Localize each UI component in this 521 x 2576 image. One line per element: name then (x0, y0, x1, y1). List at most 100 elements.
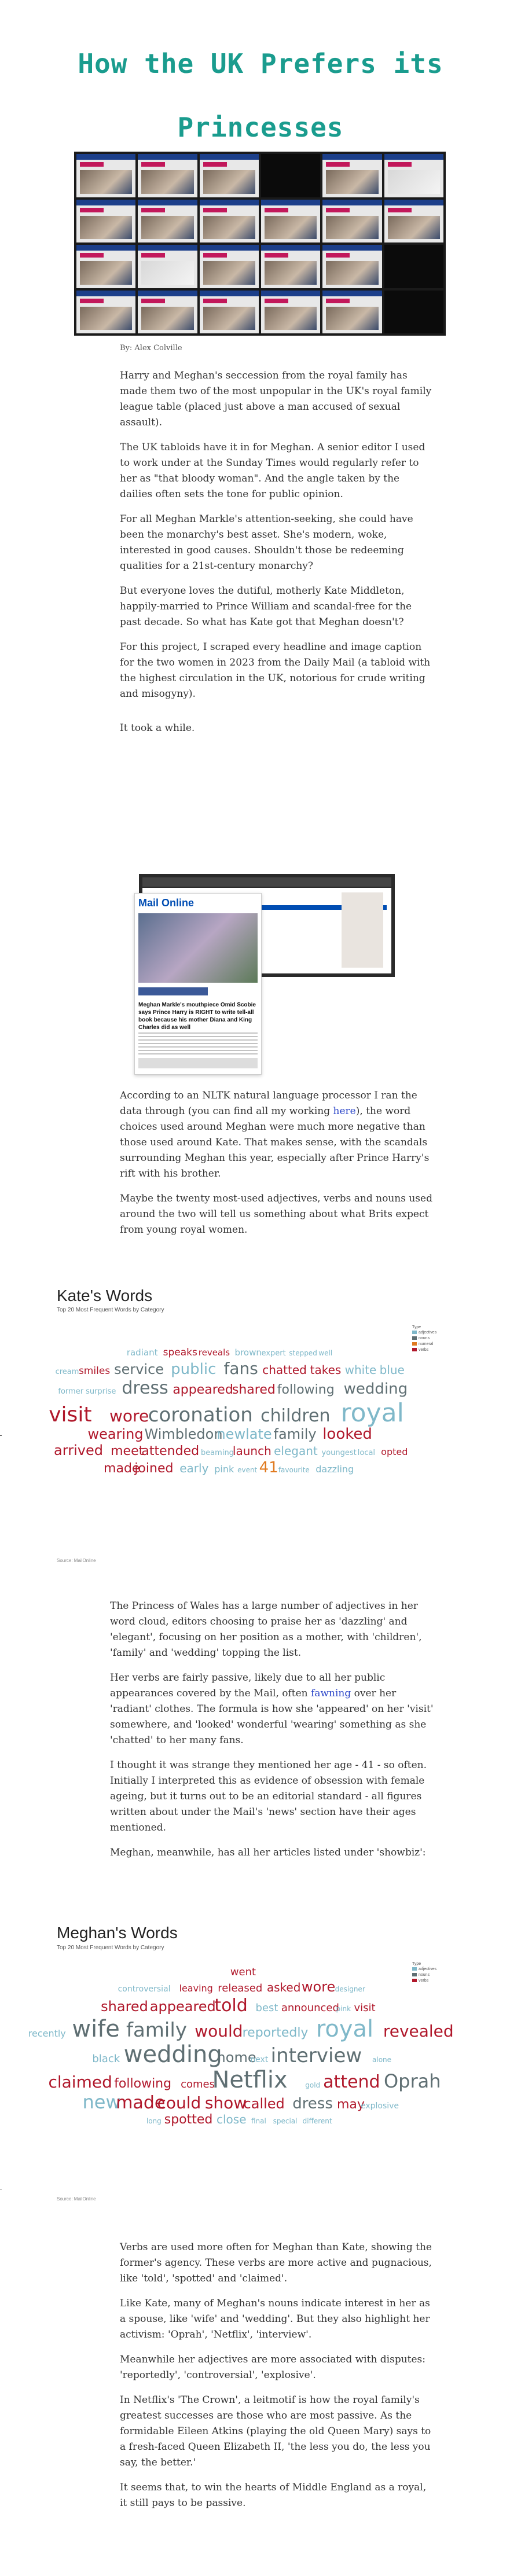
cloud-word: next (250, 2055, 269, 2064)
legend-label: adjectives (419, 1330, 437, 1335)
collage-tile (384, 290, 443, 333)
cloud-word: recently (28, 2028, 66, 2039)
cloud-word: visit (49, 1403, 91, 1427)
cloud-word: blue (380, 1363, 405, 1377)
cloud-word: white (345, 1363, 377, 1377)
cloud-word: designer (335, 1985, 365, 1993)
collage-tile (322, 154, 382, 197)
cloud-word: spotted (164, 2112, 213, 2127)
cloud-word: former (58, 1387, 83, 1396)
cloud-word: attend (323, 2072, 380, 2092)
cloud-word: best (256, 2002, 278, 2014)
cloud-word: following (277, 1383, 335, 1397)
facebook-bar (138, 987, 208, 995)
cloud-word: surprise (86, 1387, 116, 1396)
fawning-link[interactable]: fawning (311, 1688, 351, 1699)
article-photo (138, 913, 258, 983)
working-link[interactable]: here (333, 1105, 356, 1117)
cloud-word: appeared (150, 1998, 216, 2015)
cloud-word: reportedly (243, 2026, 309, 2040)
cloud-word: elegant (274, 1444, 318, 1458)
cloud-word: could (157, 2093, 201, 2112)
cloud-word: brown (235, 1347, 262, 1358)
cloud-word: attended (141, 1444, 199, 1458)
legend-item: nouns (412, 1972, 436, 1978)
cloud-word: local (358, 1449, 375, 1457)
kate-word-cloud-svg: radiant speaks reveals brown expert stepped we… (49, 1347, 408, 1476)
meghan-paragraph-1: Verbs are used more often for Meghan tha… (120, 2241, 432, 2284)
cloud-word: event (237, 1466, 257, 1474)
collage-tile (76, 199, 136, 242)
article-headline: Meghan Markle's mouthpiece Omid Scobie s… (138, 1002, 256, 1031)
cloud-word: dazzling (315, 1464, 354, 1475)
cloud-word: beaming (201, 1449, 234, 1457)
cloud-word: royal (316, 2016, 373, 2042)
meghan-analysis: Verbs are used more often for Meghan tha… (120, 2240, 432, 2520)
cloud-word: show (205, 2093, 247, 2112)
left-edge-tick (0, 1435, 2, 1436)
legend-label: verbs (419, 1347, 429, 1352)
byline: By: Alex Colville (120, 344, 182, 352)
cloud-word: Wimbledon (145, 1426, 223, 1442)
collage-tile (199, 199, 259, 242)
article-text-lines (138, 1032, 258, 1056)
intro-paragraph-3: For all Meghan Markle's attention-seekin… (120, 513, 413, 572)
kate-paragraph-3: I thought it was strange they mentioned … (110, 1759, 427, 1833)
legend-item: verbs (412, 1347, 436, 1353)
cloud-word: comes (181, 2078, 215, 2090)
cloud-word: Oprah (384, 2070, 441, 2092)
legend-label: verbs (419, 1978, 429, 1983)
intro-text: Harry and Meghan's seccession from the r… (120, 368, 432, 745)
kate-analysis: The Princess of Wales has a large number… (110, 1598, 434, 1870)
cloud-word: final (251, 2117, 266, 2125)
page-title: How the UK Prefers its Princesses (78, 48, 443, 143)
cloud-word: fans (224, 1359, 258, 1378)
analysis-paragraph-1: According to an NLTK natural language pr… (120, 1088, 432, 1182)
cloud-word: leaving (179, 1983, 213, 1994)
cloud-word: opted (381, 1446, 408, 1457)
meghan-word-cloud-svg: went controversial leaving released asked wor… (28, 1966, 454, 2127)
cloud-word: dress (122, 1378, 168, 1398)
cloud-word: appeared (173, 1383, 233, 1397)
cloud-word: gold (305, 2081, 320, 2089)
cloud-word: takes (310, 1363, 342, 1377)
legend-label: nouns (419, 1336, 430, 1340)
cloud-word: told (214, 1996, 248, 2016)
collage-tile (199, 154, 259, 197)
cloud-word: wearing (87, 1426, 143, 1442)
cloud-word: revealed (383, 2022, 454, 2041)
intro-paragraph-5: For this project, I scraped every headli… (120, 641, 431, 700)
cloud-word: visit (354, 2002, 375, 2014)
cloud-word: announced (281, 2002, 339, 2014)
cloud-word: asked (267, 1980, 301, 1994)
analysis-text: According to an NLTK natural language pr… (120, 1088, 432, 1247)
cloud-word: arrived (54, 1442, 103, 1458)
legend-item: nouns (412, 1335, 436, 1341)
collage-tile (261, 290, 321, 333)
cloud-word: coronation (148, 1403, 253, 1427)
meghan-paragraph-2: Like Kate, many of Meghan's nouns indica… (120, 2298, 430, 2340)
cloud-word: explosive (361, 2101, 399, 2111)
legend-swatch (412, 1331, 417, 1334)
kate-paragraph-1: The Princess of Wales has a large number… (110, 1600, 422, 1659)
collage-tile (322, 199, 382, 242)
collage-tile (138, 154, 197, 197)
mobile-logo: Mail Online (138, 897, 195, 909)
meghan-paragraph-4: In Netflix's 'The Crown', a leitmotif is… (120, 2394, 431, 2468)
meghan-chart-source: Source: MailOnline (57, 2196, 96, 2202)
collage-tile (384, 245, 443, 288)
related-thumbnails (138, 1058, 258, 1068)
collage-tile (384, 199, 443, 242)
cloud-word: looked (322, 1425, 372, 1443)
kate-paragraph-4: Meghan, meanwhile, has all her articles … (110, 1847, 426, 1858)
cloud-word: shared (232, 1383, 276, 1397)
cloud-word: launch (233, 1444, 271, 1458)
meghan-chart-title: Meghan's Words (57, 1924, 178, 1942)
cloud-word: black (92, 2053, 120, 2065)
cloud-word: wedding (124, 2041, 222, 2068)
intro-paragraph-2: The UK tabloids have it in for Meghan. A… (120, 442, 425, 500)
cloud-word: long (146, 2117, 162, 2125)
legend-label: adjectives (419, 1967, 437, 1971)
meghan-word-cloud: went controversial leaving released asked wor… (28, 1965, 454, 2156)
collage-tile (138, 245, 197, 288)
